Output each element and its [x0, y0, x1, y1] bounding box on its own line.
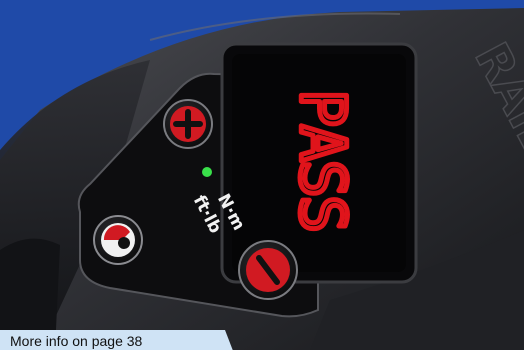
display-readout: PASS [283, 87, 361, 233]
page-reference-caption: More info on page 38 [0, 330, 235, 350]
status-led [202, 167, 212, 177]
mode-button[interactable] [93, 215, 143, 265]
pass-readout: PASS [286, 89, 359, 230]
tool-photo: RAIL PASS N·m ft·lb [0, 0, 524, 350]
decrease-button[interactable] [238, 240, 298, 300]
photo-scene: RAIL PASS N·m ft·lb More info on page 38 [0, 0, 524, 350]
caption-text: More info on page 38 [10, 333, 143, 349]
increase-button[interactable] [163, 99, 213, 149]
